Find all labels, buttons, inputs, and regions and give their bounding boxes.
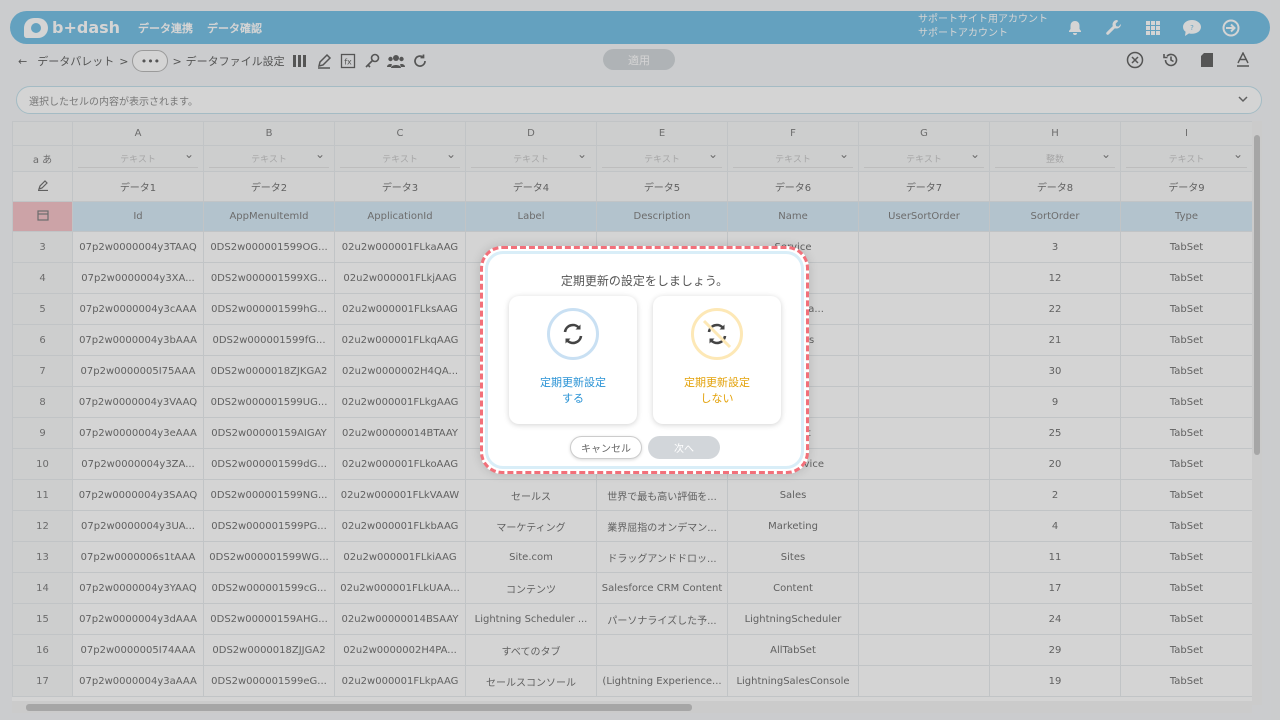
next-button[interactable]: 次へ xyxy=(648,436,720,459)
sync-icon xyxy=(547,308,599,360)
periodic-update-dialog: 定期更新の設定をしましょう。 定期更新設定 する 定期更新設定 しない キャンセ… xyxy=(480,246,809,474)
disable-option-label-line1: 定期更新設定 xyxy=(684,376,750,389)
enable-option-label-line2: する xyxy=(562,392,584,405)
enable-option-label-line1: 定期更新設定 xyxy=(540,376,606,389)
cancel-button[interactable]: キャンセル xyxy=(570,436,642,459)
dialog-title: 定期更新の設定をしましょう。 xyxy=(560,274,729,288)
sync-disabled-icon xyxy=(691,308,743,360)
disable-option-label-line2: しない xyxy=(700,392,734,405)
dialog-frame: 定期更新の設定をしましょう。 定期更新設定 する 定期更新設定 しない キャンセ… xyxy=(485,251,804,469)
enable-periodic-update-option[interactable]: 定期更新設定 する xyxy=(509,296,637,424)
disable-periodic-update-option[interactable]: 定期更新設定 しない xyxy=(653,296,781,424)
